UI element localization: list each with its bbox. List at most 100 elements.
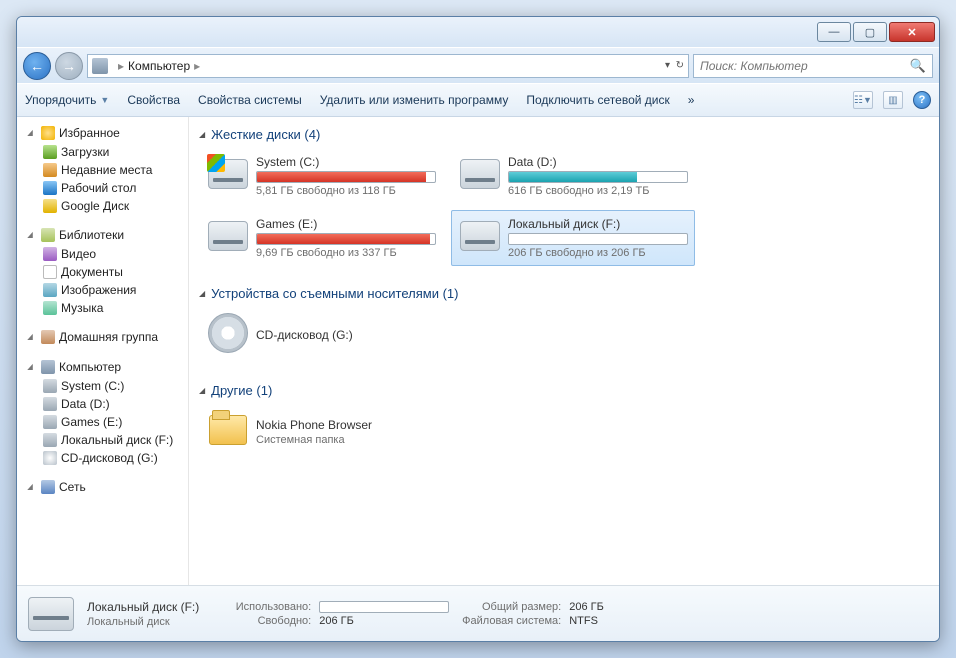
sidebar-computer-header[interactable]: Компьютер xyxy=(17,357,188,377)
system-properties-button[interactable]: Свойства системы xyxy=(198,93,302,107)
used-label: Использовано: xyxy=(211,601,311,613)
sidebar-item-music[interactable]: Музыка xyxy=(17,299,188,317)
breadcrumb-item[interactable]: Компьютер xyxy=(128,59,190,73)
help-button[interactable]: ? xyxy=(913,91,931,109)
hdd-icon xyxy=(458,214,502,258)
details-pane: Локальный диск (F:) Локальный диск Испол… xyxy=(17,585,939,641)
google-drive-icon xyxy=(43,199,57,213)
breadcrumb-dropdown[interactable]: ▾ ↻ xyxy=(665,60,684,71)
usage-bar xyxy=(508,233,688,245)
computer-icon xyxy=(92,58,108,74)
chevron-right-icon: ▸ xyxy=(194,59,200,73)
section-hard-disks[interactable]: Жесткие диски (4) xyxy=(199,123,929,148)
usage-bar xyxy=(508,171,688,183)
drive-name: CD-дисковод (G:) xyxy=(256,328,436,342)
search-icon[interactable]: 🔍 xyxy=(910,58,926,74)
sidebar-item-drive-e[interactable]: Games (E:) xyxy=(17,413,188,431)
drive-e[interactable]: Games (E:) 9,69 ГБ свободно из 337 ГБ xyxy=(199,210,443,266)
sidebar-item-drive-c[interactable]: System (C:) xyxy=(17,377,188,395)
hdd-icon xyxy=(43,379,57,393)
sidebar-item-drive-d[interactable]: Data (D:) xyxy=(17,395,188,413)
recent-icon xyxy=(43,163,57,177)
sidebar: Избранное Загрузки Недавние места Рабочи… xyxy=(17,117,189,585)
chevron-down-icon: ▼ xyxy=(100,95,109,105)
preview-pane-button[interactable]: ▥ xyxy=(883,91,903,109)
fs-value: NTFS xyxy=(569,615,598,627)
music-icon xyxy=(43,301,57,315)
fs-label: Файловая система: xyxy=(461,615,561,627)
breadcrumb[interactable]: ▸ Компьютер ▸ ▾ ↻ xyxy=(87,54,689,78)
drive-free-text: 616 ГБ свободно из 2,19 ТБ xyxy=(508,185,688,197)
item-type: Системная папка xyxy=(256,434,436,446)
sidebar-item-pictures[interactable]: Изображения xyxy=(17,281,188,299)
sidebar-item-drive-f[interactable]: Локальный диск (F:) xyxy=(17,431,188,449)
drive-free-text: 5,81 ГБ свободно из 118 ГБ xyxy=(256,185,436,197)
nav-bar: ← → ▸ Компьютер ▸ ▾ ↻ 🔍 xyxy=(17,47,939,83)
sidebar-item-desktop[interactable]: Рабочий стол xyxy=(17,179,188,197)
free-label: Свободно: xyxy=(211,615,311,627)
content-area: Жесткие диски (4) System (C:) 5,81 ГБ св… xyxy=(189,117,939,585)
folder-icon xyxy=(206,408,250,452)
computer-icon xyxy=(41,360,55,374)
downloads-icon xyxy=(43,145,57,159)
drive-c[interactable]: System (C:) 5,81 ГБ свободно из 118 ГБ xyxy=(199,148,443,204)
hdd-icon xyxy=(206,214,250,258)
maximize-button[interactable]: ▢ xyxy=(853,22,887,42)
sidebar-item-videos[interactable]: Видео xyxy=(17,245,188,263)
search-box[interactable]: 🔍 xyxy=(693,54,933,78)
free-value: 206 ГБ xyxy=(319,615,354,627)
star-icon xyxy=(41,126,55,140)
hdd-icon xyxy=(206,152,250,196)
sidebar-favorites-header[interactable]: Избранное xyxy=(17,123,188,143)
drive-g[interactable]: CD-дисковод (G:) xyxy=(199,307,443,363)
total-label: Общий размер: xyxy=(461,601,561,613)
hdd-icon xyxy=(458,152,502,196)
toolbar-overflow[interactable]: » xyxy=(688,93,695,107)
desktop-icon xyxy=(43,181,57,195)
properties-button[interactable]: Свойства xyxy=(127,93,180,107)
network-icon xyxy=(41,480,55,494)
uninstall-button[interactable]: Удалить или изменить программу xyxy=(320,93,509,107)
cd-icon xyxy=(43,451,57,465)
sidebar-libraries-header[interactable]: Библиотеки xyxy=(17,225,188,245)
video-icon xyxy=(43,247,57,261)
section-other[interactable]: Другие (1) xyxy=(199,379,929,404)
map-drive-button[interactable]: Подключить сетевой диск xyxy=(526,93,669,107)
back-button[interactable]: ← xyxy=(23,52,51,80)
sidebar-item-documents[interactable]: Документы xyxy=(17,263,188,281)
hdd-icon xyxy=(43,397,57,411)
item-name: Nokia Phone Browser xyxy=(256,418,436,432)
sidebar-network-header[interactable]: Сеть xyxy=(17,477,188,497)
drive-f[interactable]: Локальный диск (F:) 206 ГБ свободно из 2… xyxy=(451,210,695,266)
cd-icon xyxy=(206,311,250,355)
drive-d[interactable]: Data (D:) 616 ГБ свободно из 2,19 ТБ xyxy=(451,148,695,204)
close-button[interactable]: ✕ xyxy=(889,22,935,42)
search-input[interactable] xyxy=(700,59,910,73)
drive-free-text: 206 ГБ свободно из 206 ГБ xyxy=(508,247,688,259)
homegroup-icon xyxy=(41,330,55,344)
sidebar-item-downloads[interactable]: Загрузки xyxy=(17,143,188,161)
drive-name: Data (D:) xyxy=(508,155,688,169)
explorer-window: — ▢ ✕ ← → ▸ Компьютер ▸ ▾ ↻ 🔍 Упорядочит… xyxy=(16,16,940,642)
usage-bar xyxy=(256,171,436,183)
section-removable[interactable]: Устройства со съемными носителями (1) xyxy=(199,282,929,307)
forward-button[interactable]: → xyxy=(55,52,83,80)
sidebar-homegroup-header[interactable]: Домашняя группа xyxy=(17,327,188,347)
organize-button[interactable]: Упорядочить▼ xyxy=(25,93,109,107)
sidebar-item-google-drive[interactable]: Google Диск xyxy=(17,197,188,215)
titlebar: — ▢ ✕ xyxy=(17,17,939,47)
hdd-icon xyxy=(43,433,57,447)
toolbar: Упорядочить▼ Свойства Свойства системы У… xyxy=(17,83,939,117)
sidebar-item-recent[interactable]: Недавние места xyxy=(17,161,188,179)
other-item-nokia[interactable]: Nokia Phone Browser Системная папка xyxy=(199,404,443,460)
usage-bar xyxy=(256,233,436,245)
chevron-right-icon: ▸ xyxy=(118,59,124,73)
document-icon xyxy=(43,265,57,279)
view-options-button[interactable]: ☷▼ xyxy=(853,91,873,109)
minimize-button[interactable]: — xyxy=(817,22,851,42)
drive-free-text: 9,69 ГБ свободно из 337 ГБ xyxy=(256,247,436,259)
drive-name: Локальный диск (F:) xyxy=(508,217,688,231)
libraries-icon xyxy=(41,228,55,242)
drive-name: Games (E:) xyxy=(256,217,436,231)
sidebar-item-drive-g[interactable]: CD-дисковод (G:) xyxy=(17,449,188,467)
